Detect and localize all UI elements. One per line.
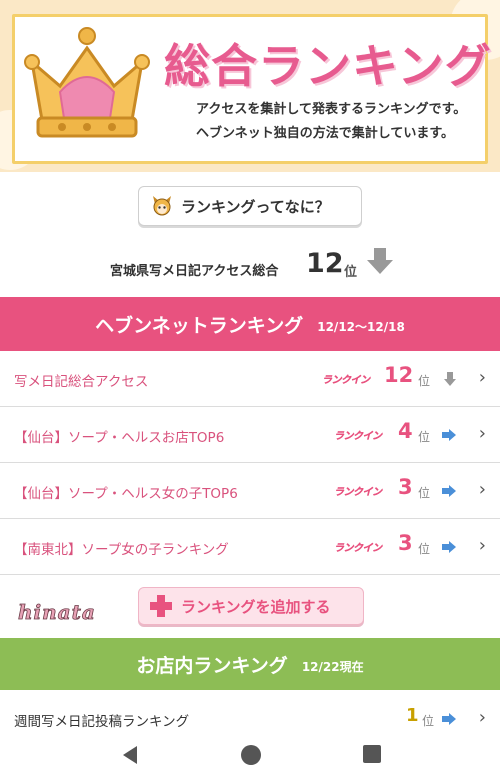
add-ranking-button[interactable]: ランキングを追加する xyxy=(138,587,364,625)
right-arrow-icon xyxy=(442,485,456,497)
shop-ranking-row-unit: 位 xyxy=(422,714,435,728)
plus-icon xyxy=(150,595,172,617)
hinata-logo: hinata xyxy=(18,600,96,625)
home-icon[interactable] xyxy=(240,744,262,766)
about-ranking-label: ランキングってなに？ xyxy=(181,197,330,216)
summary-text: 宮城県写メ日記アクセス総合 xyxy=(110,264,279,279)
ranking-row[interactable]: 写メ日記総合アクセス ランクイン 12 位 › xyxy=(0,351,500,407)
recents-icon[interactable] xyxy=(362,744,382,764)
about-ranking-button[interactable]: ランキングってなに？ xyxy=(138,186,362,226)
ranking-row-name: 【仙台】ソープ・ヘルス女の子TOP6 xyxy=(14,486,238,502)
ranking-row-unit: 位 xyxy=(418,542,431,556)
ranking-row-name: 【南東北】ソープ女の子ランキング xyxy=(14,542,229,558)
ranking-row[interactable]: 【南東北】ソープ女の子ランキング ランクイン 3 位 › xyxy=(0,519,500,575)
ranking-row-rank: 3 xyxy=(398,475,413,499)
right-arrow-icon xyxy=(442,429,456,441)
heaven-ranking-header: ヘブンネットランキング 12/12〜12/18 xyxy=(0,297,500,351)
right-arrow-icon xyxy=(442,541,456,553)
system-nav-bar xyxy=(0,730,500,784)
heaven-ranking-title: ヘブンネットランキング xyxy=(95,314,304,337)
prefecture-summary: 宮城県写メ日記アクセス総合 12 位 xyxy=(0,244,500,284)
chevron-right-icon: › xyxy=(478,423,486,444)
ranking-row[interactable]: 【仙台】ソープ・ヘルスお店TOP6 ランクイン 4 位 › xyxy=(0,407,500,463)
ranking-row-rank: 4 xyxy=(398,419,413,443)
ranking-row[interactable]: 【仙台】ソープ・ヘルス女の子TOP6 ランクイン 3 位 › xyxy=(0,463,500,519)
ranking-row-rank: 3 xyxy=(398,531,413,555)
chevron-right-icon: › xyxy=(478,479,486,500)
chevron-right-icon: › xyxy=(478,707,486,728)
down-arrow-icon xyxy=(444,372,456,386)
shop-ranking-row-name: 週間写メ日記投稿ランキング xyxy=(14,714,190,730)
summary-unit: 位 xyxy=(344,265,358,280)
ranking-row-rank: 12 xyxy=(384,363,414,387)
heaven-ranking-period: 12/12〜12/18 xyxy=(317,319,405,334)
shop-ranking-title: お店内ランキング xyxy=(136,654,288,677)
summary-rank: 12 xyxy=(306,248,344,279)
banner-description: アクセスを集計して発表するランキングです。 ヘブンネット独自の方法で集計していま… xyxy=(196,98,466,146)
banner-desc-line-1: アクセスを集計して発表するランキングです。 xyxy=(196,102,467,117)
chevron-right-icon: › xyxy=(478,535,486,556)
ranking-row-name: 写メ日記総合アクセス xyxy=(14,374,149,390)
rank-in-badge: ランクイン xyxy=(334,431,382,442)
crown-icon xyxy=(24,27,150,138)
shop-ranking-period: 12/22現在 xyxy=(301,659,364,674)
rank-in-badge: ランクイン xyxy=(322,375,370,386)
banner-desc-line-2: ヘブンネット独自の方法で集計しています。 xyxy=(196,126,455,141)
add-ranking-label: ランキングを追加する xyxy=(181,597,331,616)
character-icon xyxy=(153,196,171,216)
shop-ranking-header: お店内ランキング 12/22現在 xyxy=(0,638,500,690)
ranking-row-unit: 位 xyxy=(418,374,431,388)
rank-in-badge: ランクイン xyxy=(334,487,382,498)
shop-ranking-row[interactable]: 週間写メ日記投稿ランキング 1 位 › xyxy=(0,690,500,734)
ranking-row-unit: 位 xyxy=(418,430,431,444)
ranking-row-name: 【仙台】ソープ・ヘルスお店TOP6 xyxy=(14,430,225,446)
right-arrow-icon xyxy=(442,713,456,725)
back-icon[interactable] xyxy=(120,744,140,766)
chevron-right-icon: › xyxy=(478,367,486,388)
ranking-banner: 総合ランキング アクセスを集計して発表するランキングです。 ヘブンネット独自の方… xyxy=(0,0,500,172)
rank-in-badge: ランクイン xyxy=(334,543,382,554)
down-arrow-icon xyxy=(367,248,393,274)
banner-title: 総合ランキング xyxy=(164,39,492,93)
ranking-row-unit: 位 xyxy=(418,486,431,500)
shop-ranking-row-rank: 1 xyxy=(406,705,419,726)
